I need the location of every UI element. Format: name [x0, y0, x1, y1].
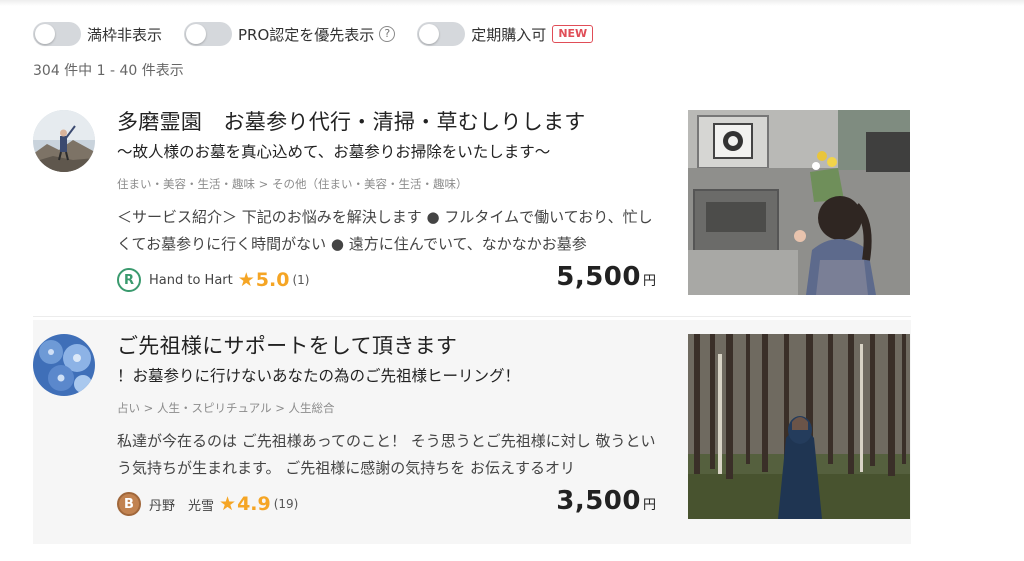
service-subtitle: 〜故人様のお墓を真心込めて、お墓参りお掃除をいたします〜 — [117, 143, 551, 161]
service-card[interactable]: ご先祖様にサポートをして頂きます ！お墓参りに行けないあなたの為のご先祖様ヒーリ… — [33, 320, 911, 544]
toggle-knob — [35, 24, 55, 44]
star-icon: ★ — [219, 493, 237, 515]
service-card[interactable]: 多磨霊園 お墓参り代行・清掃・草むしりします 〜故人様のお墓を真心込めて、お墓参… — [33, 96, 911, 320]
review-count: (19) — [273, 497, 299, 511]
result-count: 304 件中 1 - 40 件表示 — [33, 63, 184, 79]
person-in-forest-photo — [688, 334, 910, 519]
filter-bar: 満枠非表示 PRO認定を優先表示 ? 定期購入可 NEW — [33, 20, 615, 48]
category-breadcrumb: 占い > 人生・スピリチュアル > 人生総合 — [117, 401, 335, 415]
seller-name[interactable]: Hand to Hart — [149, 273, 233, 288]
service-description: 私達が今在るのは ご先祖様あってのこと！ そう思うとご先祖様に対し 敬うという気… — [117, 432, 656, 477]
filter-subscription[interactable]: 定期購入可 NEW — [417, 22, 594, 46]
price-unit: 円 — [642, 274, 656, 289]
price: 5,500 円 — [556, 262, 656, 292]
toggle-switch[interactable] — [184, 22, 233, 46]
top-divider — [0, 0, 1024, 6]
seller-info[interactable]: R Hand to Hart ★ 5.0 (1) — [117, 266, 309, 294]
price-unit: 円 — [642, 498, 656, 513]
child-at-grave-photo — [688, 110, 910, 295]
rating-value: 4.9 — [237, 493, 271, 515]
seller-info[interactable]: B 丹野 光雪 ★ 4.9 (19) — [117, 490, 298, 518]
toggle-switch[interactable] — [417, 22, 466, 46]
rank-badge-icon: B — [117, 492, 141, 516]
category-breadcrumb: 住まい・美容・生活・趣味 > その他（住まい・美容・生活・趣味） — [117, 177, 468, 191]
service-thumbnail[interactable] — [688, 110, 910, 295]
new-badge: NEW — [552, 25, 594, 43]
filter-hide-full[interactable]: 満枠非表示 — [33, 22, 162, 46]
service-title[interactable]: ご先祖様にサポートをして頂きます — [117, 330, 457, 360]
review-count: (1) — [292, 273, 310, 287]
service-title[interactable]: 多磨霊園 お墓参り代行・清掃・草むしりします — [117, 106, 586, 136]
rating-value: 5.0 — [255, 269, 290, 291]
filter-label: PRO認定を優先表示 — [238, 25, 375, 44]
service-thumbnail[interactable] — [688, 334, 910, 519]
person-on-mountain-photo — [33, 110, 95, 172]
toggle-switch[interactable] — [33, 22, 81, 46]
filter-label: 満枠非表示 — [87, 25, 163, 44]
avatar[interactable] — [33, 110, 95, 172]
filter-label: 定期購入可 — [471, 25, 547, 44]
service-description: ＜サービス紹介＞ 下記のお悩みを解決します ● フルタイムで働いており、忙しくて… — [117, 208, 653, 253]
price: 3,500 円 — [556, 486, 656, 516]
star-icon: ★ — [237, 269, 255, 291]
seller-name[interactable]: 丹野 光雪 — [149, 495, 214, 514]
filter-pro-priority[interactable]: PRO認定を優先表示 ? — [184, 22, 396, 46]
service-subtitle: ！お墓参りに行けないあなたの為のご先祖様ヒーリング！ — [117, 367, 521, 385]
card-divider — [33, 316, 911, 317]
blue-flower-photo — [33, 334, 95, 396]
avatar[interactable] — [33, 334, 95, 396]
price-value: 5,500 — [556, 262, 641, 292]
rank-badge-icon: R — [117, 268, 141, 292]
help-icon[interactable]: ? — [379, 26, 396, 42]
toggle-knob — [186, 24, 207, 44]
toggle-knob — [419, 24, 440, 44]
price-value: 3,500 — [556, 486, 641, 516]
